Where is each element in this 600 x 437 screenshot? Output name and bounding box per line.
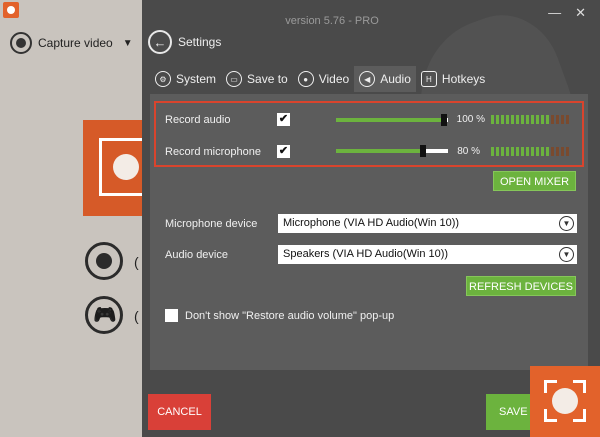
audio-device-select[interactable]: Speakers (VIA HD Audio(Win 10)) ▼ bbox=[278, 245, 577, 264]
capture-mode-label: Capture video bbox=[38, 36, 113, 50]
mic-device-value: Microphone (VIA HD Audio(Win 10)) bbox=[283, 217, 460, 229]
open-mixer-button[interactable]: OPEN MIXER bbox=[493, 171, 576, 191]
tab-label: Hotkeys bbox=[441, 72, 486, 86]
record-mic-level-meter bbox=[491, 147, 569, 156]
tab-hotkeys[interactable]: H Hotkeys bbox=[416, 66, 490, 92]
tab-system[interactable]: ⚙ System bbox=[150, 66, 221, 92]
audio-device-label: Audio device bbox=[165, 249, 228, 261]
record-mic-percent: 80 % bbox=[457, 146, 480, 157]
app-logo-icon[interactable] bbox=[530, 366, 600, 437]
tab-label: Save to bbox=[247, 72, 288, 86]
record-audio-level-meter bbox=[491, 115, 569, 124]
tab-save-to[interactable]: ▭ Save to bbox=[221, 66, 293, 92]
speaker-icon: ◀ bbox=[359, 71, 376, 87]
gears-icon: ⚙ bbox=[155, 71, 171, 87]
close-button[interactable]: ✕ bbox=[575, 5, 586, 21]
record-audio-row: Record audio ✔ bbox=[165, 113, 290, 126]
slider-knob[interactable] bbox=[441, 114, 447, 126]
tab-label: System bbox=[176, 72, 217, 86]
record-mode-icon[interactable] bbox=[85, 242, 123, 280]
chevron-down-icon: ▼ bbox=[559, 216, 574, 231]
capture-mode-dropdown[interactable]: Capture video ▼ bbox=[10, 32, 133, 54]
record-audio-slider[interactable] bbox=[336, 114, 448, 126]
minimize-button[interactable]: — bbox=[548, 5, 561, 21]
record-mic-label: Record microphone bbox=[165, 145, 261, 158]
record-mic-row: Record microphone ✔ bbox=[165, 145, 290, 158]
restore-popup-option: Don't show "Restore audio volume" pop-up bbox=[165, 309, 394, 322]
game-mode-icon[interactable] bbox=[85, 296, 123, 334]
record-mic-checkbox[interactable]: ✔ bbox=[277, 145, 290, 158]
app-logo-icon bbox=[3, 2, 19, 18]
arrow-left-icon: ← bbox=[148, 30, 172, 54]
version-label: version 5.76 - PRO bbox=[285, 15, 379, 27]
back-button[interactable]: ← Settings bbox=[148, 30, 221, 54]
record-mode-label-fragment: ( bbox=[134, 254, 139, 270]
record-mic-slider[interactable] bbox=[336, 145, 448, 157]
chevron-down-icon: ▼ bbox=[559, 247, 574, 262]
tab-audio[interactable]: ◀ Audio bbox=[354, 66, 416, 92]
record-audio-percent: 100 % bbox=[456, 114, 485, 125]
slider-knob[interactable] bbox=[420, 145, 426, 157]
tab-label: Audio bbox=[380, 72, 411, 86]
tab-label: Video bbox=[318, 72, 350, 86]
mic-device-select[interactable]: Microphone (VIA HD Audio(Win 10)) ▼ bbox=[278, 214, 577, 233]
settings-title: Settings bbox=[178, 35, 222, 49]
cancel-button[interactable]: CANCEL bbox=[148, 394, 211, 430]
folder-icon: ▭ bbox=[226, 71, 243, 87]
record-audio-label: Record audio bbox=[165, 113, 231, 126]
audio-device-value: Speakers (VIA HD Audio(Win 10)) bbox=[283, 248, 449, 260]
tab-video[interactable]: ● Video bbox=[293, 66, 354, 92]
hotkey-icon: H bbox=[420, 71, 437, 87]
record-audio-checkbox[interactable]: ✔ bbox=[277, 113, 290, 126]
restore-popup-label: Don't show "Restore audio volume" pop-up bbox=[185, 309, 395, 322]
restore-popup-checkbox[interactable] bbox=[165, 309, 178, 322]
caret-down-icon: ▼ bbox=[122, 37, 133, 49]
record-icon bbox=[10, 32, 32, 54]
record-icon: ● bbox=[297, 71, 314, 87]
mic-device-label: Microphone device bbox=[165, 218, 258, 230]
settings-tabs: ⚙ System ▭ Save to ● Video ◀ Audio H Hot… bbox=[150, 66, 490, 92]
game-mode-label-fragment: ( bbox=[134, 308, 139, 324]
refresh-devices-button[interactable]: REFRESH DEVICES bbox=[466, 276, 576, 296]
